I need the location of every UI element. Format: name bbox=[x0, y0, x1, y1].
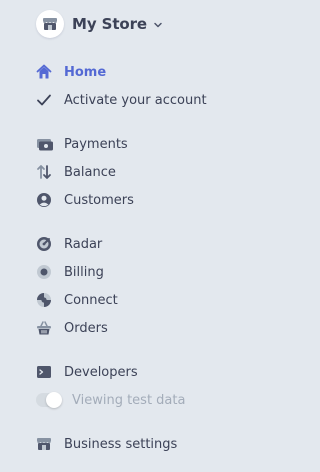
nav-label-activate-account: Activate your account bbox=[64, 92, 207, 108]
nav-item-developers[interactable]: Developers bbox=[36, 358, 138, 386]
nav-item-orders[interactable]: Orders bbox=[36, 314, 108, 342]
test-data-toggle[interactable] bbox=[36, 386, 72, 414]
nav-label-developers: Developers bbox=[64, 364, 138, 380]
nav-item-payments[interactable]: Payments bbox=[36, 130, 128, 158]
nav-item-radar[interactable]: Radar bbox=[36, 230, 102, 258]
connect-icon bbox=[36, 286, 64, 314]
nav-label-radar: Radar bbox=[64, 236, 103, 252]
storefront-icon bbox=[36, 430, 64, 458]
nav-item-balance[interactable]: Balance bbox=[36, 158, 116, 186]
sidebar-nav: My Store Home Activate your account Paym… bbox=[0, 0, 266, 472]
nav-label-home: Home bbox=[64, 64, 107, 80]
nav-label-payments: Payments bbox=[64, 136, 128, 152]
home-icon bbox=[36, 58, 64, 86]
nav-label-business-settings: Business settings bbox=[64, 436, 178, 452]
basket-icon bbox=[36, 314, 64, 342]
customer-icon bbox=[36, 186, 64, 214]
store-avatar bbox=[36, 10, 64, 38]
nav-item-business-settings[interactable]: Business settings bbox=[36, 430, 177, 458]
toggle-track bbox=[36, 392, 62, 408]
balance-arrows-icon bbox=[36, 158, 64, 186]
nav-item-test-data[interactable]: Viewing test data bbox=[36, 386, 185, 414]
nav-label-customers: Customers bbox=[64, 192, 134, 208]
nav-label-test-data: Viewing test data bbox=[72, 392, 186, 408]
nav-item-billing[interactable]: Billing bbox=[36, 258, 104, 286]
chevron-down-icon bbox=[153, 20, 163, 30]
nav-item-activate-account[interactable]: Activate your account bbox=[36, 86, 207, 114]
checkmark-icon bbox=[36, 86, 64, 114]
payments-icon bbox=[36, 130, 64, 158]
nav-item-customers[interactable]: Customers bbox=[36, 186, 134, 214]
toggle-knob bbox=[46, 392, 62, 408]
nav-item-home[interactable]: Home bbox=[36, 58, 106, 86]
nav-item-connect[interactable]: Connect bbox=[36, 286, 118, 314]
billing-icon bbox=[36, 258, 64, 286]
terminal-icon bbox=[36, 358, 64, 386]
storefront-icon bbox=[43, 18, 57, 30]
store-name: My Store bbox=[72, 15, 147, 33]
nav-label-orders: Orders bbox=[64, 320, 108, 336]
radar-icon bbox=[36, 230, 64, 258]
nav-label-balance: Balance bbox=[64, 164, 116, 180]
nav-label-billing: Billing bbox=[64, 264, 104, 280]
nav-label-connect: Connect bbox=[64, 292, 118, 308]
store-switcher[interactable]: My Store bbox=[36, 10, 163, 38]
